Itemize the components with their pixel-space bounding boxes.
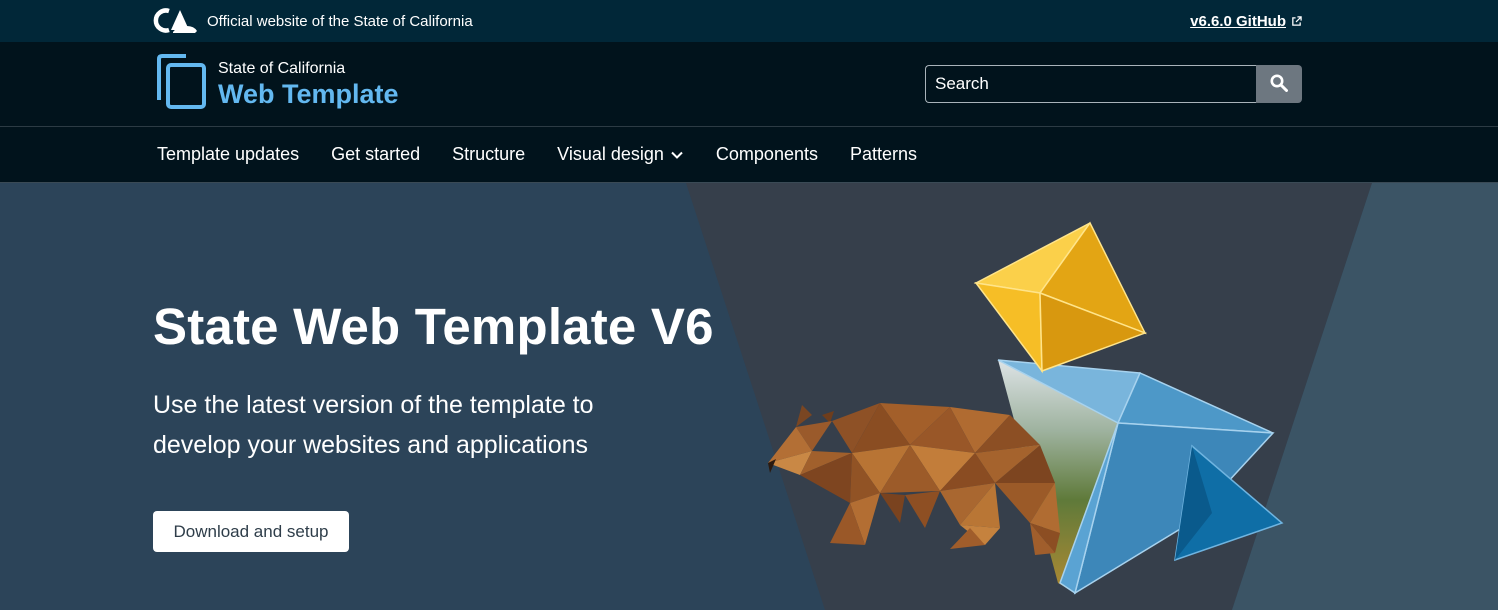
hero-banner: State Web Template V6 Use the latest ver…	[0, 183, 1498, 610]
web-template-logo-icon	[156, 53, 208, 115]
nav-item-label: Get started	[331, 144, 421, 164]
github-link[interactable]: v6.6.0 GitHub	[1190, 13, 1302, 30]
search-form	[925, 65, 1302, 103]
hero-title: State Web Template V6	[153, 298, 714, 355]
nav-item-patterns[interactable]: Patterns	[834, 144, 933, 165]
nav-item-label: Template updates	[157, 144, 300, 164]
official-website-text: Official website of the State of Califor…	[207, 12, 473, 30]
brand-title: Web Template	[218, 79, 399, 109]
nav-item-visual-design[interactable]: Visual design	[541, 144, 700, 165]
external-link-icon	[1291, 15, 1302, 27]
main-nav: Template updates Get started Structure V…	[0, 127, 1498, 183]
nav-item-template-updates[interactable]: Template updates	[141, 144, 315, 165]
hero-subtitle: Use the latest version of the template t…	[153, 391, 594, 459]
ca-logo-icon[interactable]	[153, 8, 199, 34]
search-input[interactable]	[925, 65, 1256, 103]
nav-item-structure[interactable]: Structure	[436, 144, 541, 165]
nav-item-components[interactable]: Components	[700, 144, 834, 165]
utility-header: Official website of the State of Califor…	[0, 0, 1498, 42]
nav-item-label: Visual design	[557, 144, 664, 164]
search-icon	[1270, 74, 1288, 95]
official-site-banner: Official website of the State of Califor…	[153, 8, 473, 34]
nav-item-label: Patterns	[849, 144, 918, 164]
search-button[interactable]	[1256, 65, 1302, 103]
branding-header: State of California Web Template	[0, 42, 1498, 127]
github-link-label: v6.6.0 GitHub	[1190, 12, 1286, 30]
nav-item-label: Components	[715, 144, 818, 164]
nav-item-label: Structure	[452, 144, 526, 164]
download-and-setup-button[interactable]: Download and setup	[153, 511, 349, 552]
nav-item-get-started[interactable]: Get started	[315, 144, 436, 165]
site-logo-link[interactable]: State of California Web Template	[156, 53, 399, 115]
brand-org: State of California	[218, 60, 346, 77]
chevron-down-icon	[670, 144, 684, 165]
brand-text: State of California Web Template	[218, 59, 399, 109]
